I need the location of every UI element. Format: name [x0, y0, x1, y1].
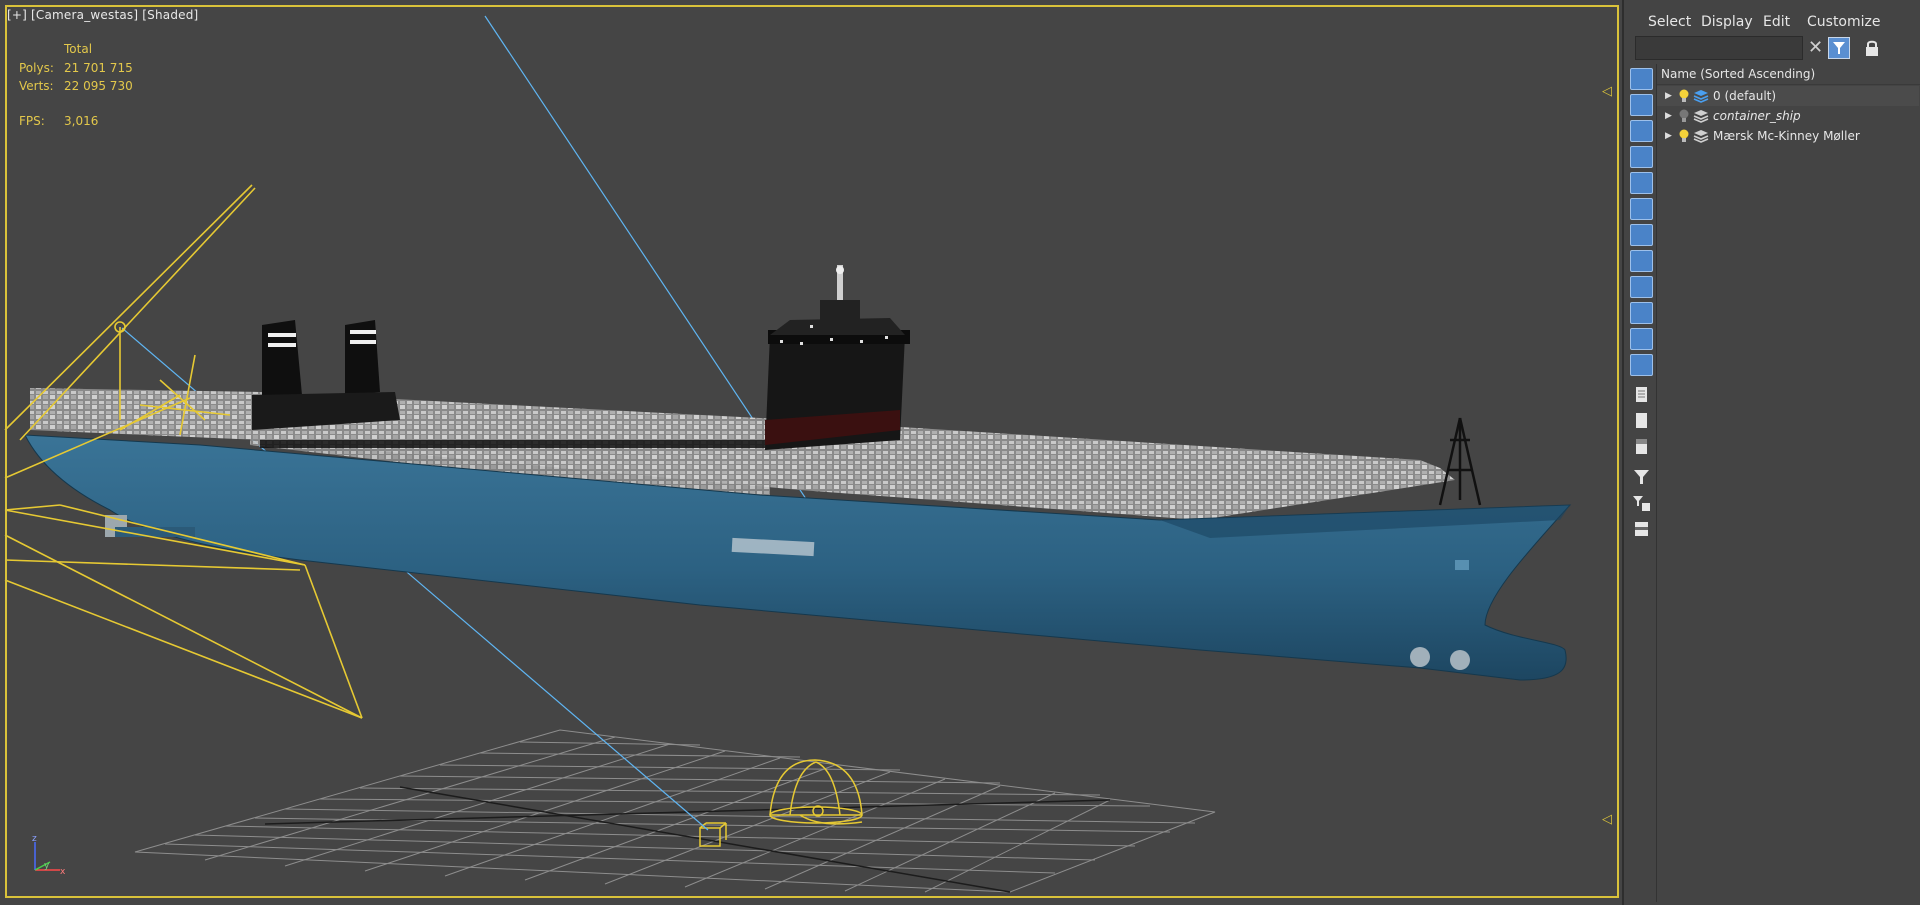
expand-arrow-icon[interactable]: ▶ [1665, 86, 1672, 106]
tree-row-label: Mærsk Mc-Kinney Møller [1713, 129, 1860, 143]
expand-arrow-icon[interactable]: ▶ [1665, 126, 1672, 146]
ship-bridge [765, 265, 910, 450]
viewport-3d[interactable]: [+] [Camera_westas] [Shaded] Total Polys… [0, 0, 1622, 905]
scene-render [4, 15, 1572, 893]
name-column-header[interactable]: Name (Sorted Ascending) [1657, 64, 1920, 85]
menu-customize[interactable]: Customize [1807, 14, 1881, 30]
display-none-icon[interactable] [1630, 410, 1653, 432]
display-all-icon[interactable] [1630, 384, 1653, 406]
filter-toggle-icon[interactable] [1828, 37, 1850, 59]
hierarchy-options-icon[interactable] [1630, 518, 1653, 540]
display-helpers-icon[interactable] [1630, 172, 1653, 194]
verts-label: Verts: [19, 79, 54, 93]
tree-row-label: container_ship [1713, 109, 1801, 123]
menu-edit[interactable]: Edit [1763, 14, 1790, 30]
viewport-marker-bottom-icon: ◁ [1602, 812, 1612, 827]
lightbulb-on-icon[interactable] [1679, 129, 1689, 143]
filter-list-icon[interactable] [1630, 492, 1653, 514]
polys-value: 21 701 715 [64, 61, 133, 75]
viewport-marker-top-icon: ◁ [1602, 84, 1612, 99]
display-containers-icon[interactable] [1630, 302, 1653, 324]
ground-grid [134, 729, 1216, 893]
display-geometry-icon[interactable] [1630, 68, 1653, 90]
layer-icon [1693, 110, 1709, 123]
display-groups-icon[interactable] [1630, 224, 1653, 246]
explorer-search-input[interactable] [1635, 36, 1803, 60]
polys-label: Polys: [19, 61, 54, 75]
display-hidden-icon[interactable] [1630, 354, 1653, 376]
menu-select[interactable]: Select [1648, 14, 1691, 30]
display-xrefs-icon[interactable] [1630, 250, 1653, 272]
axis-z-label: z [32, 834, 37, 844]
lightbulb-on-icon[interactable] [1679, 89, 1689, 103]
tree-row-label: 0 (default) [1713, 89, 1777, 103]
fps-label: FPS: [19, 114, 45, 128]
menu-display[interactable]: Display [1701, 14, 1753, 30]
explorer-menu-bar: Select Display Edit Customize [1624, 10, 1920, 34]
filter-funnel-icon[interactable] [1630, 466, 1653, 488]
axis-y-label: y [44, 861, 50, 871]
expand-arrow-icon[interactable]: ▶ [1665, 106, 1672, 126]
fps-value: 3,016 [64, 114, 99, 128]
viewport-label[interactable]: [+] [Camera_westas] [Shaded] [7, 8, 198, 22]
tree-row-layer-maersk[interactable]: ▶ Mærsk Mc-Kinney Møller [1657, 126, 1919, 146]
display-frozen-icon[interactable] [1630, 328, 1653, 350]
display-shapes-icon[interactable] [1630, 94, 1653, 116]
invert-display-icon[interactable] [1630, 436, 1653, 458]
scene-explorer-panel: Select Display Edit Customize ✕ Name (So… [1622, 0, 1920, 905]
axis-x-label: x [60, 867, 66, 877]
verts-value: 22 095 730 [64, 79, 133, 93]
tree-row-layer-default[interactable]: ▶ 0 (default) [1657, 86, 1919, 106]
ship-funnels [252, 320, 400, 430]
layer-icon [1693, 130, 1709, 143]
axis-tripod-icon: z y x [32, 834, 66, 877]
tree-row-layer-container-ship[interactable]: ▶ container_ship [1657, 106, 1919, 126]
stats-header: Total [64, 42, 93, 56]
display-cameras-icon[interactable] [1630, 146, 1653, 168]
ship-bow-mast [1438, 417, 1482, 506]
lock-icon[interactable] [1864, 39, 1880, 57]
display-bones-icon[interactable] [1630, 276, 1653, 298]
lightbulb-off-icon[interactable] [1679, 109, 1689, 123]
layer-active-icon [1693, 90, 1709, 103]
clear-search-icon[interactable]: ✕ [1808, 38, 1823, 58]
display-lights-icon[interactable] [1630, 120, 1653, 142]
display-spacewarps-icon[interactable] [1630, 198, 1653, 220]
scene-tree: Name (Sorted Ascending) ▶ 0 (default) ▶ … [1656, 64, 1920, 902]
